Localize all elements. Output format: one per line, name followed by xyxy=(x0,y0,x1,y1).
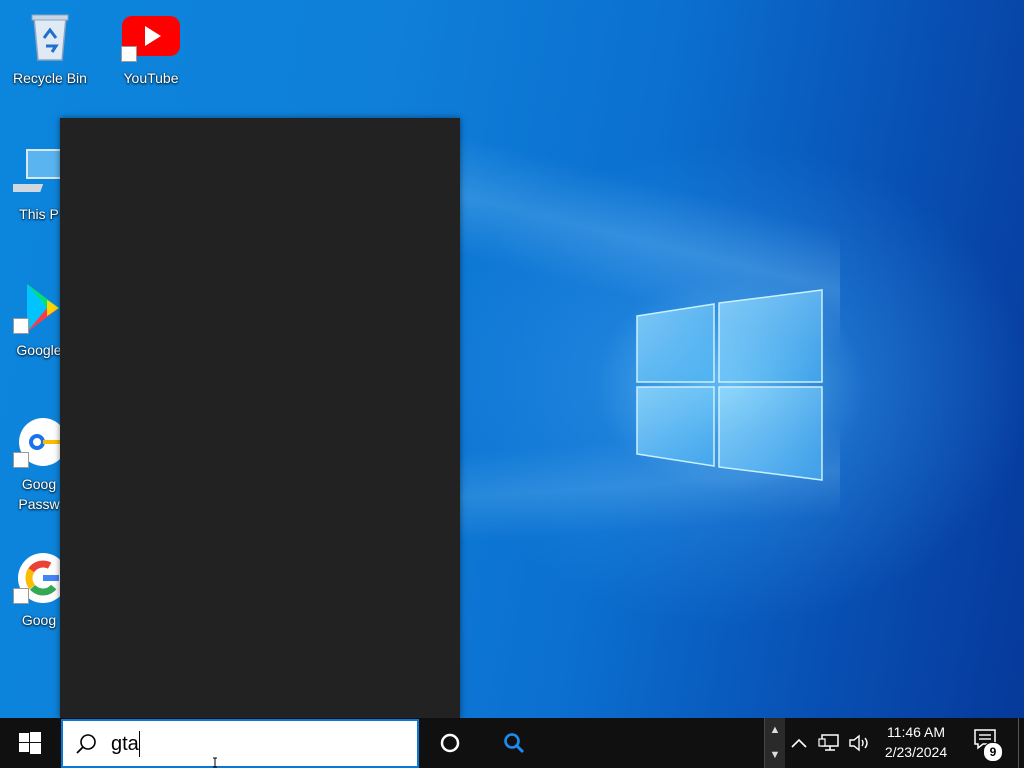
volume-icon xyxy=(849,734,868,752)
shortcut-arrow-icon xyxy=(121,46,137,62)
magnifier-icon xyxy=(504,733,525,754)
search-icon xyxy=(76,734,96,754)
scroll-up-icon[interactable]: ▲ xyxy=(765,718,785,743)
recycle-bin-icon xyxy=(24,10,76,62)
google-icon xyxy=(13,552,68,604)
search-input[interactable]: gta xyxy=(111,732,139,756)
network-button[interactable] xyxy=(816,731,842,755)
show-hidden-icons-button[interactable] xyxy=(788,731,810,755)
youtube-icon xyxy=(121,10,181,62)
clock[interactable]: 11:46 AM 2/23/2024 xyxy=(872,722,960,762)
scroll-down-icon[interactable]: ▼ xyxy=(765,743,785,768)
chevron-up-icon xyxy=(791,738,807,748)
desktop[interactable]: Recycle Bin YouTube This P Google Goog P… xyxy=(0,0,1024,718)
taskbar-search-box[interactable]: gta xyxy=(61,719,419,768)
action-center-button[interactable]: 9 xyxy=(965,728,1005,762)
cortana-button[interactable] xyxy=(425,718,475,768)
cortana-circle-icon xyxy=(440,733,460,753)
computer-icon xyxy=(6,146,65,198)
shortcut-arrow-icon xyxy=(13,588,29,604)
notification-count-badge: 9 xyxy=(983,742,1003,762)
network-icon xyxy=(818,734,839,751)
show-desktop-button[interactable] xyxy=(1018,718,1024,768)
start-button[interactable] xyxy=(0,718,60,768)
search-results-flyout[interactable] xyxy=(60,118,460,718)
clock-time: 11:46 AM xyxy=(886,724,946,740)
volume-button[interactable] xyxy=(846,731,872,755)
desktop-icon-youtube[interactable]: YouTube xyxy=(106,10,196,88)
text-caret xyxy=(139,731,140,757)
desktop-icon-label: YouTube xyxy=(123,70,179,86)
shortcut-arrow-icon xyxy=(13,318,29,334)
google-password-icon xyxy=(13,416,67,468)
shortcut-arrow-icon xyxy=(13,452,29,468)
windows-logo-wallpaper xyxy=(636,289,823,481)
taskbar: gta ▲ ▼ 11:46 AM 2/23/2024 9 xyxy=(0,718,1024,768)
windows-start-icon xyxy=(19,732,41,754)
text-cursor-icon xyxy=(213,757,217,768)
desktop-icon-label: Recycle Bin xyxy=(13,70,87,86)
taskbar-scroll[interactable]: ▲ ▼ xyxy=(764,718,785,768)
search-app-button[interactable] xyxy=(489,718,539,768)
desktop-icon-recycle-bin[interactable]: Recycle Bin xyxy=(5,10,95,88)
clock-date: 2/23/2024 xyxy=(884,744,948,760)
google-play-icon xyxy=(13,282,65,334)
